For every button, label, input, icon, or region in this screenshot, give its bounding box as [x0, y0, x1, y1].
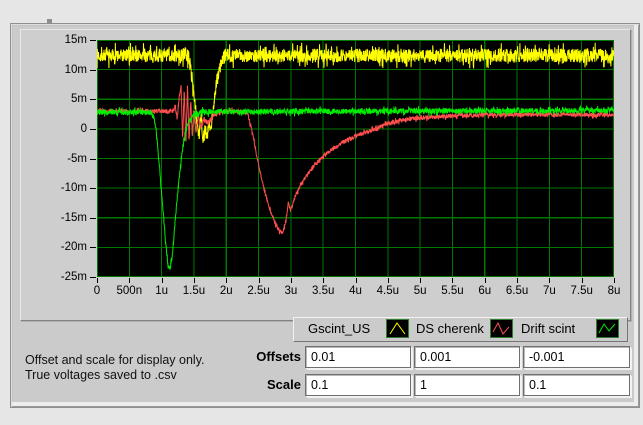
y-tick-label: -10m — [60, 182, 87, 195]
x-tick-mark — [129, 278, 131, 283]
x-tick-mark — [355, 278, 357, 283]
legend-icon-ds-cherenk[interactable] — [490, 319, 513, 338]
scale-field-1 — [305, 374, 411, 396]
legend-icon-drift-scint[interactable] — [596, 319, 619, 338]
main-panel: 15m 10m 5m 0 -5m -10m -15m -20m -25m 0 500n 1u 1.5u… — [10, 23, 640, 408]
y-tick-mark — [90, 158, 96, 160]
scale-label: Scale — [267, 377, 301, 392]
offset-input-1[interactable] — [306, 347, 410, 367]
x-tick-mark — [97, 278, 98, 283]
x-tick-mark — [484, 278, 486, 283]
x-tick-label: 3.5u — [311, 285, 335, 297]
y-tick-mark — [90, 217, 96, 219]
y-tick-mark — [90, 188, 96, 190]
x-tick-label: 8u — [607, 285, 621, 297]
x-tick-mark — [581, 278, 583, 283]
y-tick-mark — [90, 69, 96, 71]
x-tick-label: 2u — [219, 285, 233, 297]
y-tick-label: 5m — [71, 93, 87, 106]
offset-field-2 — [414, 346, 520, 368]
x-tick-label: 1u — [155, 285, 169, 297]
note-line-1: Offset and scale for display only. — [25, 353, 205, 367]
note-line-2: True voltages saved to .csv — [25, 368, 177, 382]
legend-label-drift-scint[interactable]: Drift scint — [521, 321, 575, 337]
waveform-graph: 15m 10m 5m 0 -5m -10m -15m -20m -25m 0 500n 1u 1.5u… — [20, 29, 631, 321]
x-tick-label: 1.5u — [182, 285, 206, 297]
x-tick-label: 4.5u — [376, 285, 400, 297]
x-tick-mark — [452, 278, 454, 283]
x-tick-mark — [258, 278, 260, 283]
plot-legend: Gscint_US DS cherenk Drift scint — [293, 317, 628, 342]
x-tick-mark — [420, 278, 422, 283]
x-tick-mark — [161, 278, 163, 283]
legend-label-ds-cherenk[interactable]: DS cherenk — [416, 321, 484, 337]
y-tick-label: -15m — [60, 211, 87, 224]
y-tick-label: 0 — [80, 122, 87, 135]
x-tick-label: 500n — [116, 285, 143, 297]
x-tick-label: 2.5u — [247, 285, 270, 297]
x-tick-label: 7.5u — [570, 285, 593, 297]
x-tick-label: 6.5u — [505, 285, 529, 297]
x-tick-mark — [614, 278, 615, 283]
scale-input-2[interactable] — [415, 375, 519, 395]
y-tick-label: -25m — [60, 271, 87, 283]
x-tick-label: 7u — [542, 285, 556, 297]
x-tick-label: 5.5u — [441, 285, 464, 297]
offset-field-3 — [523, 346, 630, 368]
scale-input-3[interactable] — [524, 375, 629, 395]
y-tick-mark — [90, 99, 96, 101]
x-tick-label: 3u — [284, 285, 298, 297]
scale-field-2 — [414, 374, 520, 396]
offset-input-2[interactable] — [415, 347, 519, 367]
scale-field-3 — [523, 374, 630, 396]
y-tick-mark — [90, 277, 96, 278]
y-tick-label: -5m — [67, 152, 87, 165]
x-tick-label: 5u — [413, 285, 427, 297]
legend-icon-gscint-us[interactable] — [386, 319, 409, 338]
offset-input-3[interactable] — [524, 347, 629, 367]
y-tick-label: 10m — [64, 63, 87, 76]
x-tick-label: 6u — [478, 285, 492, 297]
x-tick-mark — [549, 278, 551, 283]
scale-input-1[interactable] — [306, 375, 410, 395]
x-tick-mark — [226, 278, 228, 283]
x-tick-mark — [193, 278, 195, 283]
display-note: Offset and scale for display only. True … — [25, 353, 205, 383]
plot-area — [97, 40, 614, 277]
y-tick-label: 15m — [64, 34, 87, 46]
y-tick-mark — [90, 40, 96, 41]
y-tick-mark — [90, 247, 96, 249]
y-tick-mark — [90, 128, 96, 130]
x-tick-mark — [323, 278, 325, 283]
offset-field-1 — [305, 346, 411, 368]
x-tick-label: 0 — [93, 285, 101, 297]
y-tick-label: -20m — [60, 241, 87, 254]
x-tick-mark — [387, 278, 389, 283]
x-tick-mark — [290, 278, 292, 283]
x-tick-mark — [517, 278, 519, 283]
x-tick-label: 4u — [349, 285, 362, 297]
offsets-label: Offsets — [256, 349, 301, 364]
legend-label-gscint-us[interactable]: Gscint_US — [308, 321, 370, 337]
